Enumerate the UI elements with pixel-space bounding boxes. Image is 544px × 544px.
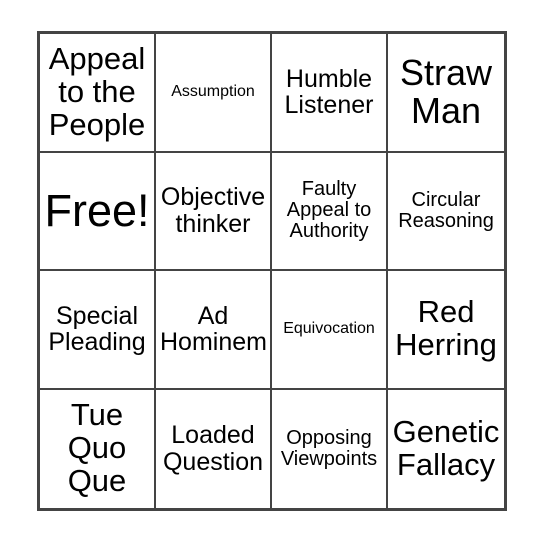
bingo-cell-r4c1[interactable]: Tue Quo Que [40, 389, 156, 508]
bingo-cell-r3c1[interactable]: Special Pleading [40, 271, 156, 390]
bingo-cell-r3c3[interactable]: Equivocation [272, 271, 388, 390]
bingo-cell-label: Free! [44, 184, 150, 236]
bingo-cell-label: Opposing Viewpoints [280, 426, 378, 470]
bingo-cell-r2c2[interactable]: Objective thinker [156, 152, 272, 271]
bingo-cell-r1c4[interactable]: Straw Man [388, 34, 504, 153]
bingo-cell-label: Special Pleading [48, 301, 146, 357]
bingo-cell-label: Loaded Question [162, 421, 264, 476]
bingo-cell-r1c3[interactable]: Humble Listener [272, 34, 388, 153]
bingo-cell-label: Genetic Fallacy [392, 413, 500, 482]
bingo-cell-label: Faulty Appeal to Authority [286, 177, 372, 243]
bingo-card-grid: Appeal to the People Assumption Humble L… [37, 31, 507, 511]
bingo-cell-label: Tue Quo Que [67, 397, 127, 499]
bingo-cell-label: Circular Reasoning [398, 188, 494, 232]
bingo-cell-r2c4[interactable]: Circular Reasoning [388, 152, 504, 271]
bingo-cell-r2c1-free[interactable]: Free! [40, 152, 156, 271]
bingo-cell-label: Equivocation [283, 319, 375, 337]
bingo-cell-r1c2[interactable]: Assumption [156, 34, 272, 153]
bingo-cell-r3c4[interactable]: Red Herring [388, 271, 504, 390]
bingo-cell-label: Straw Man [399, 52, 493, 132]
bingo-cell-label: Objective thinker [160, 183, 266, 238]
bingo-cell-r4c2[interactable]: Loaded Question [156, 389, 272, 508]
bingo-cell-label: Assumption [171, 82, 255, 100]
bingo-cell-label: Red Herring [395, 294, 497, 363]
bingo-cell-r4c4[interactable]: Genetic Fallacy [388, 389, 504, 508]
bingo-cell-label: Humble Listener [284, 64, 374, 120]
bingo-cell-r1c1[interactable]: Appeal to the People [40, 34, 156, 153]
bingo-cell-r4c3[interactable]: Opposing Viewpoints [272, 389, 388, 508]
bingo-cell-r2c3[interactable]: Faulty Appeal to Authority [272, 152, 388, 271]
bingo-cell-label: Ad Hominem [160, 301, 267, 357]
bingo-cell-label: Appeal to the People [48, 40, 146, 142]
bingo-cell-r3c2[interactable]: Ad Hominem [156, 271, 272, 390]
